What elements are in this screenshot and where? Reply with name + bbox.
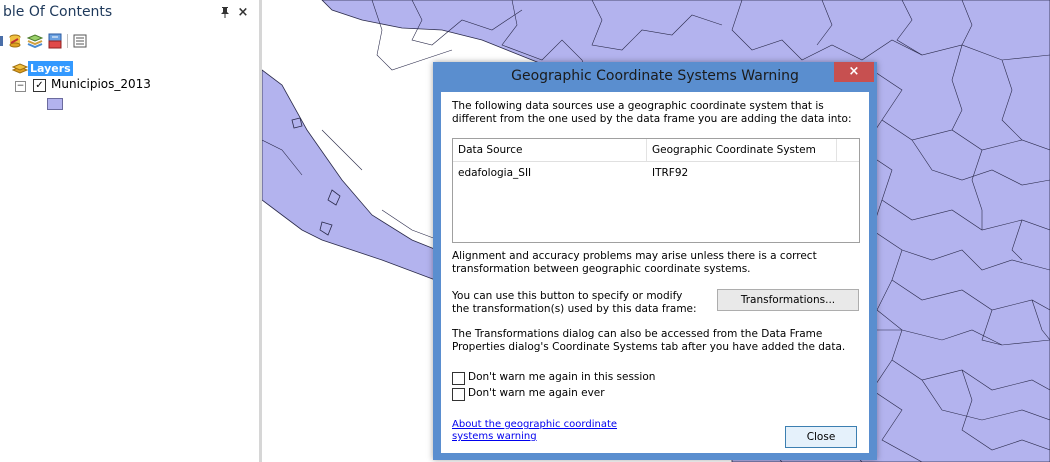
- toolbar-separator: [67, 34, 68, 48]
- close-button[interactable]: Close: [785, 426, 857, 448]
- row-gcs: ITRF92: [652, 167, 689, 179]
- dont-warn-ever-checkbox[interactable]: [452, 388, 465, 401]
- list-by-selection-icon[interactable]: [46, 32, 64, 50]
- dialog-body: The following data sources use a geograp…: [441, 92, 869, 453]
- transformation-hint: You can use this button to specify or mo…: [452, 290, 697, 315]
- toc-titlebar: ble Of Contents ×: [0, 0, 259, 28]
- list-by-source-icon[interactable]: [6, 32, 24, 50]
- collapse-toggle-icon[interactable]: −: [15, 81, 26, 92]
- island-polygon: [291, 117, 303, 129]
- table-of-contents-panel: ble Of Contents × Layers − ✓ Municipios_…: [0, 0, 259, 462]
- alignment-note: Alignment and accuracy problems may aris…: [452, 250, 817, 275]
- toc-close-icon[interactable]: ×: [236, 5, 250, 21]
- column-header-gcs[interactable]: Geographic Coordinate System: [652, 144, 816, 156]
- gcs-warning-dialog: Geographic Coordinate Systems Warning × …: [433, 62, 877, 460]
- pin-icon[interactable]: [218, 6, 232, 20]
- dont-warn-session-label[interactable]: Don't warn me again in this session: [468, 371, 655, 383]
- dont-warn-session-checkbox[interactable]: [452, 372, 465, 385]
- layer-visibility-checkbox[interactable]: ✓: [33, 79, 46, 92]
- dialog-titlebar[interactable]: Geographic Coordinate Systems Warning ×: [433, 62, 877, 92]
- column-separator: [646, 139, 647, 161]
- list-header: Data Source Geographic Coordinate System: [453, 139, 859, 162]
- layer-name[interactable]: Municipios_2013: [51, 77, 151, 91]
- toc-tree: [0, 56, 259, 456]
- toc-toolbar: [0, 30, 259, 52]
- column-header-data-source[interactable]: Data Source: [458, 144, 522, 156]
- list-by-visibility-icon[interactable]: [26, 32, 44, 50]
- transformations-button[interactable]: Transformations...: [717, 289, 859, 311]
- options-icon[interactable]: [71, 32, 89, 50]
- data-source-list[interactable]: Data Source Geographic Coordinate System…: [452, 138, 860, 243]
- layers-icon: [11, 61, 29, 77]
- about-warning-link[interactable]: About the geographic coordinate systems …: [452, 419, 632, 443]
- legend-swatch[interactable]: [47, 98, 63, 110]
- row-data-source: edafologia_SII: [458, 167, 532, 179]
- toc-title: ble Of Contents: [3, 4, 113, 20]
- column-separator: [836, 139, 837, 161]
- dialog-close-icon[interactable]: ×: [834, 62, 874, 82]
- intro-text: The following data sources use a geograp…: [452, 100, 852, 125]
- dialog-title: Geographic Coordinate Systems Warning: [511, 68, 799, 84]
- properties-note: The Transformations dialog can also be a…: [452, 328, 846, 353]
- layers-root-label[interactable]: Layers: [28, 61, 73, 76]
- dont-warn-ever-label[interactable]: Don't warn me again ever: [468, 387, 605, 399]
